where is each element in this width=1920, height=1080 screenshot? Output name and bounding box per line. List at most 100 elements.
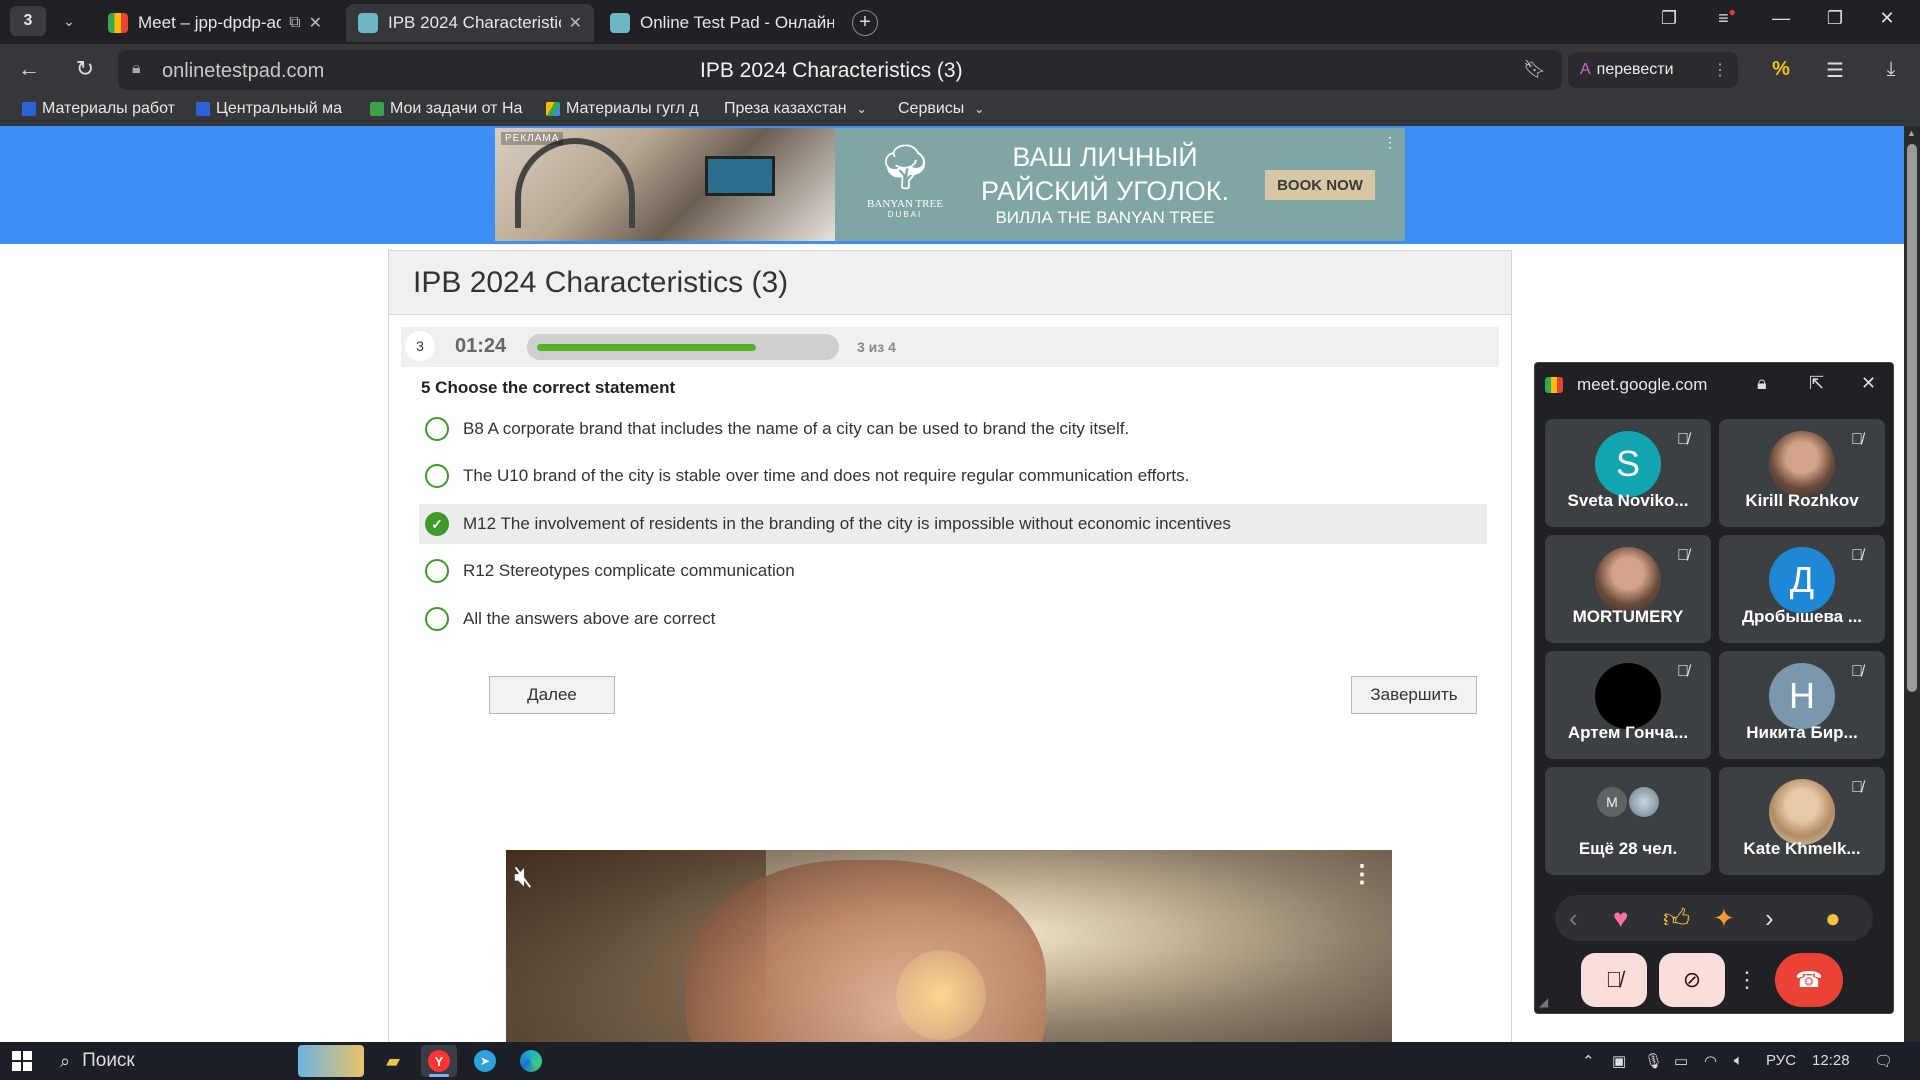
answer-option[interactable]: All the answers above are correct [419,599,1487,639]
radio-button[interactable] [425,559,449,583]
tab-meet[interactable]: Meet – jpp-dpdp-aqs ⧉ ✕ [96,4,334,42]
resize-handle-icon[interactable]: ◢ [1539,995,1548,1009]
mic-off-icon: 🎙̸ [1605,967,1623,992]
scroll-thumb[interactable] [1907,144,1917,692]
bookmark-folder[interactable]: Преза казахстан ⌄ [724,100,867,118]
heart-icon[interactable]: ♥ [1613,903,1628,934]
page-title-in-omnibox: IPB 2024 Characteristics (3) [700,59,963,82]
leave-call-button[interactable]: ☎︎ [1775,953,1843,1007]
battery-icon[interactable]: ▭ [1674,1052,1688,1070]
tab-counter-button[interactable]: 3 [10,6,46,36]
tab-ipb-test[interactable]: IPB 2024 Characteristics ✕ [346,4,594,42]
chevron-left-icon[interactable]: ‹ [1569,903,1578,934]
answer-text: M12 The involvement of residents in the … [463,514,1231,533]
radio-button[interactable] [425,607,449,631]
participant-tile[interactable]: S 🎙̸ Sveta Noviko... [1545,419,1711,527]
participant-tile[interactable]: Н 🎙̸ Никита Бир... [1719,651,1885,759]
participant-tile[interactable]: 🎙̸ Kate Khmelk... [1719,767,1885,875]
bookmark-item[interactable]: Материалы гугл д [546,100,706,118]
bookmark-item[interactable]: Материалы работ [22,100,178,118]
reload-icon[interactable]: ↻ [70,56,100,82]
tab-online-test-pad[interactable]: Online Test Pad - Онлайн т [598,4,846,42]
mic-off-icon: 🎙̸ [1851,547,1863,564]
meet-icon [108,13,128,33]
close-tab-icon[interactable]: ✕ [569,13,582,33]
page-scrollbar[interactable]: ▲ [1904,126,1920,1042]
notifications-icon[interactable]: 🗨︎ [1874,1052,1893,1070]
ad-headline-line: ВАШ ЛИЧНЫЙ [1012,142,1198,172]
meet-pip-window: meet.google.com 🔒︎ ⇱ ✕ S 🎙̸ Sveta Noviko… [1534,362,1894,1014]
radio-button-checked[interactable]: ✓ [425,512,449,536]
new-tab-button[interactable]: + [852,10,878,36]
language-indicator[interactable]: РУС [1766,1052,1796,1069]
answer-option[interactable]: B8 A corporate brand that includes the n… [419,409,1487,449]
reading-list-icon[interactable]: ☰ [1820,58,1850,83]
url-field[interactable]: 🔒︎ onlinetestpad.com IPB 2024 Characteri… [118,50,1562,90]
close-icon[interactable]: ✕ [1861,373,1876,394]
radio-button[interactable] [425,464,449,488]
edge-icon[interactable] [513,1045,549,1077]
bookmark-item[interactable]: Мои задачи от На [370,100,528,118]
scroll-up-icon[interactable]: ▲ [1907,128,1916,138]
minimize-icon[interactable]: — [1766,8,1796,29]
next-button[interactable]: Далее [489,676,615,714]
lock-icon[interactable]: 🔒︎ [132,60,141,78]
participant-tile[interactable]: 🎙̸ MORTUMERY [1545,535,1711,643]
clock[interactable]: 12:28 [1812,1052,1850,1069]
discount-extension-icon[interactable]: % [1766,58,1796,81]
answer-option[interactable]: The U10 brand of the city is stable over… [419,456,1487,496]
answer-option-selected[interactable]: ✓ M12 The involvement of residents in th… [419,504,1487,544]
tab-title: Meet – jpp-dpdp-aqs [138,13,282,32]
close-tab-icon[interactable]: ✕ [309,13,322,33]
ad-book-now-button[interactable]: BOOK NOW [1265,170,1375,200]
muted-speaker-icon[interactable]: 🔇︎ [514,860,533,894]
file-explorer-icon[interactable]: ▰ [375,1045,411,1077]
search-highlight-icon[interactable] [298,1045,364,1077]
participant-tile[interactable]: Д 🎙̸ Дробышева ... [1719,535,1885,643]
wifi-icon[interactable]: ◠ [1704,1052,1717,1070]
video-ad[interactable]: 🔇︎ ⋮ [506,850,1392,1042]
bookmark-icon[interactable]: 🔖︎ [1523,59,1546,80]
device-icon[interactable]: ▣ [1612,1052,1626,1070]
back-icon[interactable]: ← [14,56,44,82]
close-window-icon[interactable]: ✕ [1872,8,1902,29]
ad-brand-logo: 🌳︎ BANYAN TREE DUBAI [855,138,955,233]
download-icon[interactable]: ⤓ [1876,58,1906,81]
camera-toggle-button[interactable]: ⊘ [1659,953,1725,1007]
mic-off-icon: 🎙̸ [1851,779,1863,796]
bookmark-item[interactable]: Центральный ма [196,100,352,118]
chevron-right-icon[interactable]: › [1765,903,1774,934]
meet-url: meet.google.com [1577,375,1708,394]
telegram-icon[interactable]: ➤ [467,1045,503,1077]
ad-banner[interactable]: РЕКЛАМА 🌳︎ BANYAN TREE DUBAI ВАШ ЛИЧНЫЙ … [495,128,1405,241]
participant-tile[interactable]: 🎙̸ Kirill Rozhkov [1719,419,1885,527]
translate-button[interactable]: A перевести ⋮ [1568,52,1738,88]
speaker-muted-icon[interactable]: 🔈︎ [1734,1052,1743,1069]
collections-icon[interactable]: ❐ [1654,8,1684,29]
participant-tile[interactable]: 🎙̸ Артем Гонча... [1545,651,1711,759]
test-status-row: 3 01:24 3 из 4 [401,327,1499,367]
party-popper-icon[interactable]: ✦ [1713,903,1735,934]
emoji-picker-icon[interactable]: ● [1825,903,1841,934]
more-options-icon[interactable]: ⋮ [1736,953,1758,1007]
yandex-browser-icon[interactable]: Y [421,1045,457,1077]
mic-off-icon: 🎙̸ [1677,663,1689,680]
more-participants-tile[interactable]: M Ещё 28 чел. [1545,767,1711,875]
menu-icon[interactable]: ≡● [1712,5,1742,29]
answer-option[interactable]: R12 Stereotypes complicate communication [419,551,1487,591]
tab-list-chevron-icon[interactable]: ⌄ [52,6,86,36]
back-to-tab-icon[interactable]: ⇱ [1809,373,1824,394]
avatar: Н [1769,663,1835,729]
windows-start-icon[interactable] [12,1051,32,1071]
video-more-icon[interactable]: ⋮ [1350,860,1374,889]
more-icon[interactable]: ⋮ [1712,60,1728,80]
mic-toggle-button[interactable]: 🎙̸ [1581,953,1647,1007]
radio-button[interactable] [425,417,449,441]
restore-icon[interactable]: ❐ [1820,8,1850,29]
tray-chevron-up-icon[interactable]: ⌃ [1582,1052,1595,1070]
bookmark-folder[interactable]: Сервисы ⌄ [898,100,984,118]
microphone-icon[interactable]: 🎙︎ [1644,1052,1663,1070]
thumbs-up-icon[interactable]: 👍︎ [1663,903,1690,934]
ad-more-icon[interactable]: ⋮ [1383,134,1397,151]
finish-button[interactable]: Завершить [1351,676,1477,714]
